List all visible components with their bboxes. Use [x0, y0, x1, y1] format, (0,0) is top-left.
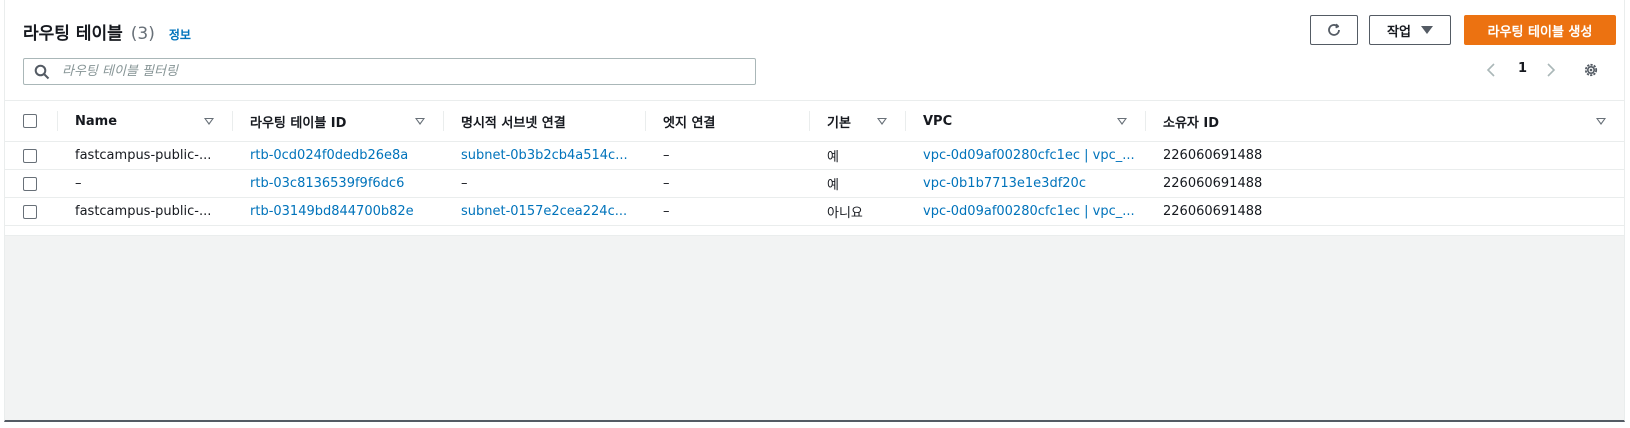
column-divider: [1145, 111, 1146, 131]
row-checkbox[interactable]: [23, 148, 37, 163]
filter-search-box: [23, 58, 756, 85]
page-header: 라우팅 테이블 (3) 정보: [23, 19, 191, 44]
actions-dropdown-button[interactable]: 작업: [1369, 15, 1451, 45]
preferences-button[interactable]: [1583, 62, 1599, 78]
cell-owner-id: 226060691488: [1163, 148, 1263, 163]
cell-main: 아니요: [827, 206, 863, 221]
cell-subnet: –: [461, 176, 468, 191]
column-label-edge-assoc: 엣지 연결: [663, 115, 716, 131]
create-route-table-button[interactable]: 라우팅 테이블 생성: [1464, 15, 1616, 45]
route-tables-table: Name 라우팅 테이블 ID 명시적 서브넷 연결 엣지 연결 기본 VPC …: [5, 100, 1624, 226]
chevron-right-icon: [1547, 63, 1556, 77]
column-header-route-table-id[interactable]: 라우팅 테이블 ID: [232, 101, 443, 142]
column-header-vpc[interactable]: VPC: [905, 101, 1145, 142]
column-divider: [905, 111, 906, 131]
row-checkbox[interactable]: [23, 176, 37, 191]
cell-edge-assoc: –: [663, 204, 670, 219]
column-divider: [232, 111, 233, 131]
column-divider: [57, 111, 58, 131]
column-label-vpc: VPC: [923, 113, 953, 129]
sort-icon[interactable]: [877, 117, 887, 125]
column-header-edge-assoc[interactable]: 엣지 연결: [645, 101, 809, 142]
refresh-button[interactable]: [1310, 15, 1358, 45]
sort-icon[interactable]: [415, 117, 425, 125]
column-header-explicit-subnet[interactable]: 명시적 서브넷 연결: [443, 101, 645, 142]
sort-icon[interactable]: [204, 117, 214, 125]
column-label-owner-id: 소유자 ID: [1163, 115, 1220, 131]
column-divider: [809, 111, 810, 131]
cell-subnet-link[interactable]: subnet-0157e2cea224c...: [443, 198, 645, 226]
select-all-checkbox[interactable]: [23, 114, 37, 128]
cell-edge-assoc: –: [663, 148, 670, 163]
refresh-icon: [1328, 23, 1340, 36]
column-header-main[interactable]: 기본: [809, 101, 905, 142]
cell-owner-id: 226060691488: [1163, 176, 1263, 191]
table-row[interactable]: fastcampus-public-... rtb-03149bd844700b…: [5, 198, 1624, 226]
column-label-explicit-subnet: 명시적 서브넷 연결: [461, 115, 566, 131]
cell-main: 예: [827, 150, 839, 165]
filter-search-input[interactable]: [60, 63, 744, 80]
chevron-left-icon: [1486, 63, 1495, 77]
row-checkbox[interactable]: [23, 204, 37, 219]
search-icon: [34, 64, 50, 79]
cell-vpc-link[interactable]: vpc-0b1b7713e1e3df20c: [905, 170, 1145, 198]
select-all-header: [5, 101, 57, 142]
column-header-owner-id[interactable]: 소유자 ID: [1145, 101, 1624, 142]
next-page-button[interactable]: [1545, 62, 1557, 78]
column-label-route-table-id: 라우팅 테이블 ID: [250, 115, 347, 131]
cell-main: 예: [827, 178, 839, 193]
route-tables-panel: 라우팅 테이블 (3) 정보 작업 라우팅 테이블 생성 라우팅 테이블 필터링…: [4, 0, 1625, 422]
column-label-main: 기본: [827, 115, 851, 131]
page-title: 라우팅 테이블: [23, 24, 123, 44]
cell-subnet-link[interactable]: subnet-0b3b2cb4a514c...: [443, 142, 645, 170]
sort-icon[interactable]: [1596, 117, 1606, 125]
cell-route-table-id-link[interactable]: rtb-0cd024f0dedb26e8a: [232, 142, 443, 170]
column-divider: [443, 111, 444, 131]
cell-edge-assoc: –: [663, 176, 670, 191]
sort-icon[interactable]: [1117, 117, 1127, 125]
cell-vpc-link[interactable]: vpc-0d09af00280cfc1ec | vpc_...: [905, 142, 1145, 170]
cell-vpc-link[interactable]: vpc-0d09af00280cfc1ec | vpc_...: [905, 198, 1145, 226]
caret-down-icon: [1420, 26, 1433, 34]
column-header-name[interactable]: Name: [57, 101, 232, 142]
cell-route-table-id-link[interactable]: rtb-03c8136539f9f6dc6: [232, 170, 443, 198]
table-row[interactable]: fastcampus-public-... rtb-0cd024f0dedb26…: [5, 142, 1624, 170]
cell-route-table-id-link[interactable]: rtb-03149bd844700b82e: [232, 198, 443, 226]
previous-page-button[interactable]: [1485, 62, 1497, 78]
column-label-name: Name: [75, 113, 118, 129]
info-link[interactable]: 정보: [169, 26, 191, 43]
gear-icon: [1584, 63, 1598, 77]
table-header-row: Name 라우팅 테이블 ID 명시적 서브넷 연결 엣지 연결 기본 VPC …: [5, 100, 1624, 142]
cell-name: –: [75, 176, 82, 191]
column-divider: [645, 111, 646, 131]
actions-label: 작업: [1387, 24, 1411, 40]
cell-name: fastcampus-public-...: [75, 148, 212, 163]
cell-name: fastcampus-public-...: [75, 204, 212, 219]
current-page-number[interactable]: 1: [1518, 61, 1527, 76]
route-tables-card: 라우팅 테이블 (3) 정보 작업 라우팅 테이블 생성 라우팅 테이블 필터링…: [5, 0, 1624, 236]
item-count: (3): [130, 24, 155, 44]
cell-owner-id: 226060691488: [1163, 204, 1263, 219]
table-row[interactable]: – rtb-03c8136539f9f6dc6 – – 예 vpc-0b1b77…: [5, 170, 1624, 198]
